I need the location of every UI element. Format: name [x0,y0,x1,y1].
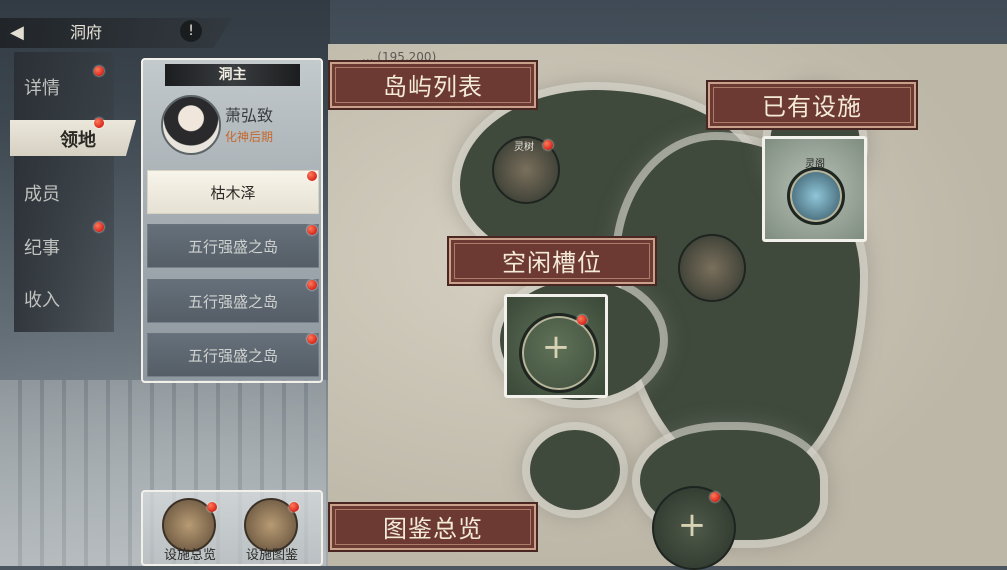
notification-dot [94,66,104,76]
notification-dot [307,334,317,344]
notification-dot [94,222,104,232]
map-island-shape [530,430,620,510]
side-menu-item-chronicle[interactable]: 纪事 [24,234,60,260]
island-list-item[interactable]: 枯木泽 [147,170,319,214]
side-menu-item-details[interactable]: 详情 [24,74,60,100]
notification-dot [710,492,720,502]
island-list-item[interactable]: 五行强盛之岛 [147,279,319,323]
annotation-empty-slot: 空闲槽位 [447,236,657,286]
map-facility-node[interactable] [678,234,746,302]
facility-overview-label[interactable]: 设施总览 [150,544,230,563]
back-arrow-icon[interactable]: ◀ [10,23,30,43]
facility-icon [787,167,845,225]
side-menu-item-income[interactable]: 收入 [24,286,60,312]
notification-dot [289,502,299,512]
owner-realm: 化神后期 [225,130,274,144]
empty-slot-tile[interactable]: + [504,294,608,398]
plus-icon: + [541,327,571,367]
plus-icon: + [677,505,707,545]
notification-dot [307,171,317,181]
side-menu-item-members[interactable]: 成员 [24,180,60,206]
side-menu-item-territory[interactable]: 领地 [60,126,96,152]
facility-codex-label[interactable]: 设施图鉴 [232,544,312,563]
notification-dot [307,225,317,235]
annotation-island-list: 岛屿列表 [328,60,538,110]
avatar[interactable] [161,95,221,155]
owner-name: 萧弘致 [225,106,274,125]
island-list-item[interactable]: 五行强盛之岛 [147,224,319,268]
owner-title: 洞主 [165,64,300,86]
notification-dot [577,315,587,325]
annotation-existing-facilities: 已有设施 [706,80,918,130]
page-title: 洞府 [70,23,103,42]
island-list-item[interactable]: 五行强盛之岛 [147,333,319,377]
annotation-codex-overview: 图鉴总览 [328,502,538,552]
notification-dot [543,140,553,150]
existing-facility-tile[interactable]: 灵阁 [762,136,867,242]
notification-dot [207,502,217,512]
notification-dot [94,118,104,128]
notification-dot [307,280,317,290]
facility-label: 灵阁 [805,159,825,170]
help-icon[interactable]: ! [180,20,202,42]
